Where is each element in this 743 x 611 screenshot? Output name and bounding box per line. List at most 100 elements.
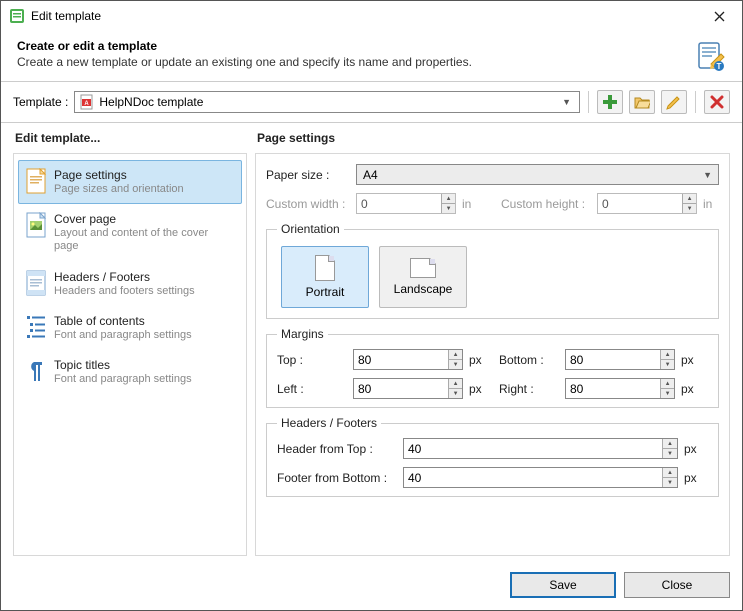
sidebar-item-subtitle: Headers and footers settings bbox=[54, 285, 195, 298]
custom-width-unit: in bbox=[462, 197, 478, 211]
sidebar-item-page-settings[interactable]: Page settings Page sizes and orientation bbox=[18, 160, 242, 204]
dialog-body: Edit template... Page settings Page size… bbox=[1, 123, 742, 562]
footer-from-bottom-input[interactable]: ▲▼ bbox=[403, 467, 678, 488]
sidebar-item-subtitle: Font and paragraph settings bbox=[54, 373, 192, 386]
chevron-down-icon: ▼ bbox=[703, 170, 712, 180]
paper-size-select[interactable]: A4 ▼ bbox=[356, 164, 719, 185]
orientation-landscape-label: Landscape bbox=[394, 282, 453, 296]
chevron-down-icon: ▼ bbox=[558, 97, 575, 107]
custom-height-label: Custom height : bbox=[501, 197, 591, 211]
custom-height-field bbox=[598, 194, 682, 213]
save-button[interactable]: Save bbox=[510, 572, 616, 598]
sidebar-item-title: Table of contents bbox=[54, 314, 192, 328]
header-heading: Create or edit a template bbox=[17, 39, 694, 53]
margin-right-input[interactable]: ▲▼ bbox=[565, 378, 675, 399]
spinner-arrows[interactable]: ▲▼ bbox=[660, 350, 674, 369]
margin-top-unit: px bbox=[469, 353, 485, 367]
header-from-top-unit: px bbox=[684, 442, 700, 456]
delete-template-button[interactable] bbox=[704, 90, 730, 114]
orientation-legend: Orientation bbox=[277, 222, 344, 236]
paper-size-label: Paper size : bbox=[266, 168, 350, 182]
paper-size-value: A4 bbox=[363, 168, 378, 182]
spinner-arrows[interactable]: ▲▼ bbox=[660, 379, 674, 398]
rename-template-button[interactable] bbox=[661, 90, 687, 114]
orientation-portrait-button[interactable]: Portrait bbox=[281, 246, 369, 308]
pdf-icon: A bbox=[79, 94, 95, 110]
custom-height-unit: in bbox=[703, 197, 719, 211]
sidebar-list: Page settings Page sizes and orientation… bbox=[13, 153, 247, 556]
margin-right-unit: px bbox=[681, 382, 697, 396]
spinner-arrows: ▲▼ bbox=[682, 194, 696, 213]
margin-top-label: Top : bbox=[277, 353, 347, 367]
margin-top-field[interactable] bbox=[354, 350, 448, 369]
close-button-label: Close bbox=[662, 578, 693, 592]
titlebar: Edit template bbox=[1, 1, 742, 31]
sidebar-item-cover-page[interactable]: Cover page Layout and content of the cov… bbox=[18, 204, 242, 261]
close-button[interactable]: Close bbox=[624, 572, 730, 598]
template-selector-row: Template : A HelpNDoc template ▼ bbox=[1, 82, 742, 122]
custom-width-input: ▲▼ bbox=[356, 193, 456, 214]
headers-footers-icon bbox=[26, 270, 46, 294]
dialog-edit-template: Edit template Create or edit a template … bbox=[0, 0, 743, 611]
header-from-top-label: Header from Top : bbox=[277, 442, 397, 456]
headers-footers-fieldset: Headers / Footers Header from Top : ▲▼ p… bbox=[266, 416, 719, 497]
portrait-page-icon bbox=[315, 255, 335, 281]
paper-size-row: Paper size : A4 ▼ bbox=[266, 164, 719, 185]
footer-from-bottom-field[interactable] bbox=[404, 468, 662, 487]
margin-bottom-label: Bottom : bbox=[499, 353, 559, 367]
landscape-page-icon bbox=[410, 258, 436, 278]
spinner-arrows[interactable]: ▲▼ bbox=[662, 439, 677, 458]
page-settings-panel: Paper size : A4 ▼ Custom width : ▲▼ in bbox=[255, 153, 730, 556]
sidebar-item-topic-titles[interactable]: Topic titles Font and paragraph settings bbox=[18, 350, 242, 394]
header-description: Create a new template or update an exist… bbox=[17, 55, 694, 69]
svg-text:T: T bbox=[717, 62, 722, 71]
sidebar-item-headers-footers[interactable]: Headers / Footers Headers and footers se… bbox=[18, 262, 242, 306]
cover-page-icon bbox=[26, 212, 46, 236]
custom-width-field bbox=[357, 194, 441, 213]
orientation-landscape-button[interactable]: Landscape bbox=[379, 246, 467, 308]
window-close-button[interactable] bbox=[697, 1, 742, 31]
app-icon bbox=[9, 8, 25, 24]
spinner-arrows[interactable]: ▲▼ bbox=[448, 379, 462, 398]
spinner-arrows[interactable]: ▲▼ bbox=[448, 350, 462, 369]
toc-icon bbox=[26, 314, 46, 338]
margin-left-label: Left : bbox=[277, 382, 347, 396]
spinner-arrows[interactable]: ▲▼ bbox=[662, 468, 677, 487]
sidebar-title: Edit template... bbox=[15, 131, 247, 145]
margin-bottom-input[interactable]: ▲▼ bbox=[565, 349, 675, 370]
margins-legend: Margins bbox=[277, 327, 328, 341]
sidebar-item-table-of-contents[interactable]: Table of contents Font and paragraph set… bbox=[18, 306, 242, 350]
margin-left-field[interactable] bbox=[354, 379, 448, 398]
sidebar-item-title: Page settings bbox=[54, 168, 184, 182]
margin-right-field[interactable] bbox=[566, 379, 660, 398]
sidebar-item-title: Cover page bbox=[54, 212, 234, 226]
sidebar-item-subtitle: Font and paragraph settings bbox=[54, 329, 192, 342]
main-title: Page settings bbox=[257, 131, 730, 145]
open-template-button[interactable] bbox=[629, 90, 655, 114]
orientation-portrait-label: Portrait bbox=[306, 285, 345, 299]
template-label: Template : bbox=[13, 95, 68, 109]
template-selected-text: HelpNDoc template bbox=[99, 95, 554, 109]
page-icon bbox=[26, 168, 46, 192]
save-button-label: Save bbox=[549, 578, 576, 592]
sidebar: Edit template... Page settings Page size… bbox=[13, 129, 247, 556]
spinner-arrows: ▲▼ bbox=[441, 194, 455, 213]
margin-bottom-field[interactable] bbox=[566, 350, 660, 369]
header-from-top-input[interactable]: ▲▼ bbox=[403, 438, 678, 459]
sidebar-item-title: Topic titles bbox=[54, 358, 192, 372]
new-template-button[interactable] bbox=[597, 90, 623, 114]
margin-top-input[interactable]: ▲▼ bbox=[353, 349, 463, 370]
footer-from-bottom-unit: px bbox=[684, 471, 700, 485]
header-from-top-field[interactable] bbox=[404, 439, 662, 458]
headers-footers-legend: Headers / Footers bbox=[277, 416, 381, 430]
template-combobox[interactable]: A HelpNDoc template ▼ bbox=[74, 91, 580, 113]
footer-from-bottom-label: Footer from Bottom : bbox=[277, 471, 397, 485]
svg-text:A: A bbox=[85, 101, 90, 107]
margin-left-input[interactable]: ▲▼ bbox=[353, 378, 463, 399]
separator bbox=[695, 91, 696, 113]
dialog-header: Create or edit a template Create a new t… bbox=[1, 31, 742, 81]
main-panel: Page settings Paper size : A4 ▼ Custom w… bbox=[255, 129, 730, 556]
pilcrow-icon bbox=[26, 358, 46, 382]
sidebar-item-subtitle: Layout and content of the cover page bbox=[54, 227, 234, 253]
custom-height-input: ▲▼ bbox=[597, 193, 697, 214]
